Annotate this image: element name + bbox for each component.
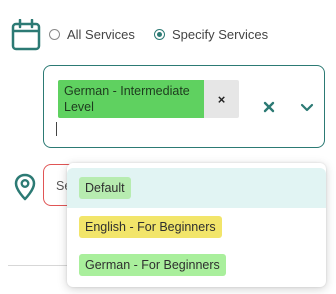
selected-service-chip: German - Intermediate Level ×	[58, 80, 239, 118]
divider	[8, 265, 70, 266]
text-cursor	[56, 122, 57, 136]
radio-all-services-label: All Services	[67, 26, 135, 42]
dropdown-option-german-beginners[interactable]: German - For Beginners	[67, 245, 326, 285]
services-multiselect[interactable]: German - Intermediate Level ×	[43, 65, 325, 148]
radio-specify-services[interactable]: Specify Services	[154, 25, 268, 43]
radio-all-services-circle[interactable]	[49, 28, 60, 40]
calendar-icon	[11, 19, 41, 51]
chevron-down-icon[interactable]	[299, 100, 315, 116]
dropdown-option-label: English - For Beginners	[79, 216, 222, 238]
dropdown-option-label: Default	[79, 177, 131, 199]
radio-specify-services-circle[interactable]	[154, 28, 165, 40]
dropdown-option-label: German - For Beginners	[79, 254, 226, 276]
selected-service-chip-label: German - Intermediate Level	[58, 80, 204, 118]
clear-icon[interactable]	[261, 99, 277, 115]
chip-remove-button[interactable]: ×	[204, 80, 239, 118]
dropdown-option-english-beginners[interactable]: English - For Beginners	[67, 207, 326, 247]
location-pin-icon	[14, 173, 36, 201]
dropdown-option-default[interactable]: Default	[67, 168, 326, 208]
radio-all-services[interactable]: All Services	[49, 25, 135, 43]
radio-specify-services-label: Specify Services	[172, 26, 269, 42]
services-dropdown-menu: Default English - For Beginners German -…	[67, 163, 326, 287]
